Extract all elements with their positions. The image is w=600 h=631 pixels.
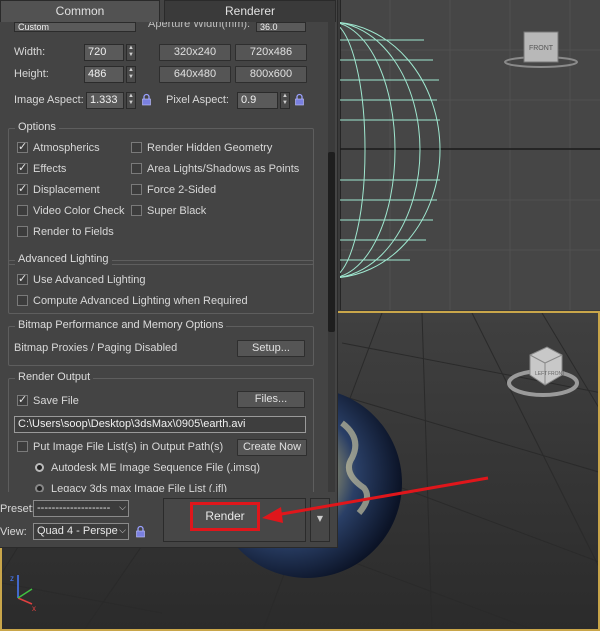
annotation-arrow-icon: [262, 476, 489, 523]
